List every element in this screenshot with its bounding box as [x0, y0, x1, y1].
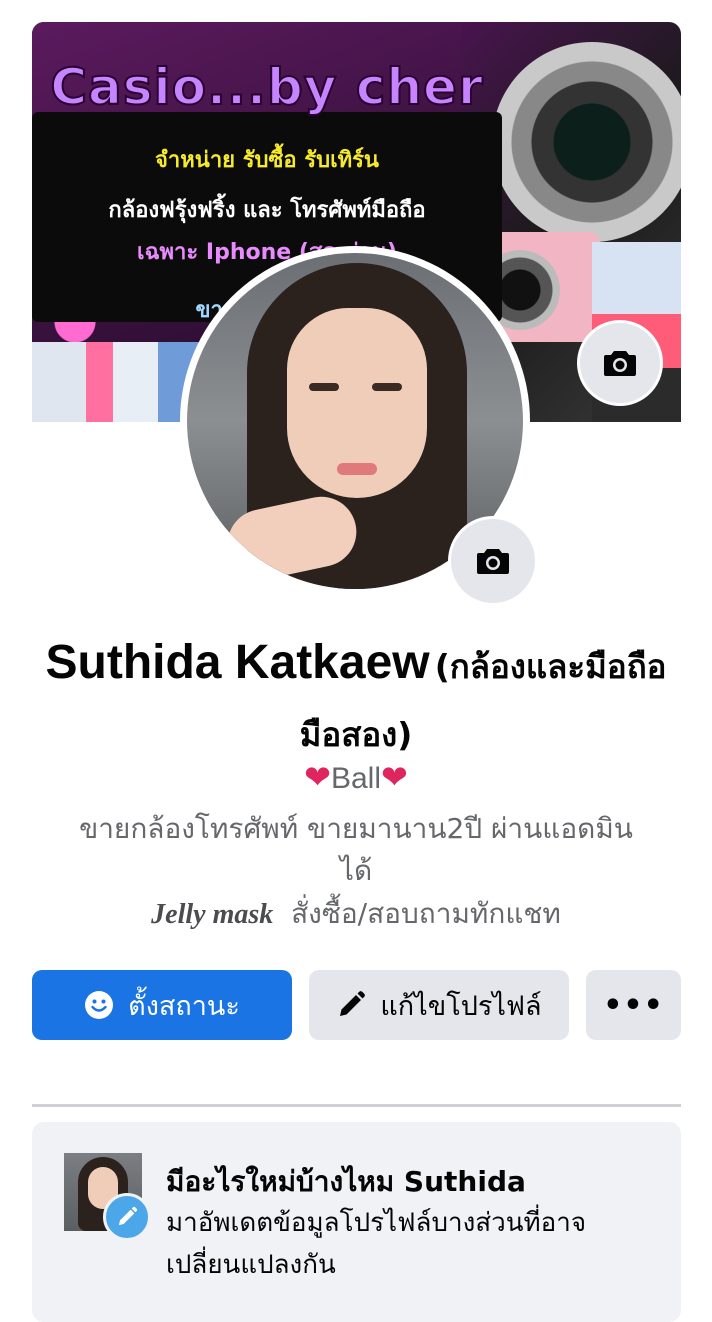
prompt-card-title: มีอะไรใหม่บ้างไหม Suthida	[166, 1165, 526, 1198]
pencil-icon	[118, 1206, 138, 1226]
section-divider	[32, 1104, 681, 1107]
avatar-eye-right	[372, 383, 402, 391]
set-status-label: ตั้งสถานะ	[128, 990, 240, 1022]
heart-icon: ❤	[381, 759, 408, 795]
bio-brand: Jelly mask	[151, 899, 274, 930]
cover-line-1: จำหน่าย รับซื้อ รับเทิร์น	[155, 148, 379, 173]
camera-icon	[604, 351, 636, 376]
edit-profile-picture-button[interactable]	[448, 516, 538, 606]
edit-badge[interactable]	[103, 1193, 151, 1241]
nickname-text: Ball	[330, 762, 382, 795]
edit-profile-button[interactable]: แก้ไขโปรไฟล์	[309, 970, 569, 1040]
smiley-icon	[85, 991, 114, 1019]
profile-name-main: Suthida Katkaew	[45, 636, 430, 689]
camera-icon	[477, 549, 509, 574]
profile-bio-line-2: Jelly mask สั่งซื้อ/สอบถามทักแชท	[50, 893, 662, 936]
heart-icon: ❤	[304, 759, 331, 795]
cover-line-2: กล้องฟรุ้งฟริ้ง และ โทรศัพท์มือถือ	[108, 198, 426, 223]
set-status-button[interactable]: ตั้งสถานะ	[32, 970, 292, 1040]
profile-nickname: ❤Ball❤	[0, 758, 712, 796]
bio-contact-text: สั่งซื้อ/สอบถามทักแชท	[291, 897, 561, 930]
profile-name: Suthida Katkaew (กล้องและมือถือมือสอง)	[30, 632, 682, 772]
more-dots-icon: •••	[603, 987, 664, 1023]
avatar-eye-left	[309, 383, 339, 391]
prompt-card-body: มาอัพเดตข้อมูลโปรไฟล์บางส่วนที่อาจเปลี่ย…	[166, 1208, 587, 1280]
cover-camera-image	[492, 42, 681, 242]
cover-title: Casio...by cher	[49, 57, 484, 117]
more-options-button[interactable]: •••	[586, 970, 681, 1040]
edit-profile-label: แก้ไขโปรไฟล์	[380, 990, 542, 1022]
profile-bio-line-1: ขายกล้องโทรศัพท์ ขายมานาน2ปี ผ่านแอดมินไ…	[79, 812, 633, 887]
edit-cover-photo-button[interactable]	[577, 320, 663, 406]
pencil-icon	[340, 991, 366, 1016]
avatar-lips	[337, 463, 377, 475]
